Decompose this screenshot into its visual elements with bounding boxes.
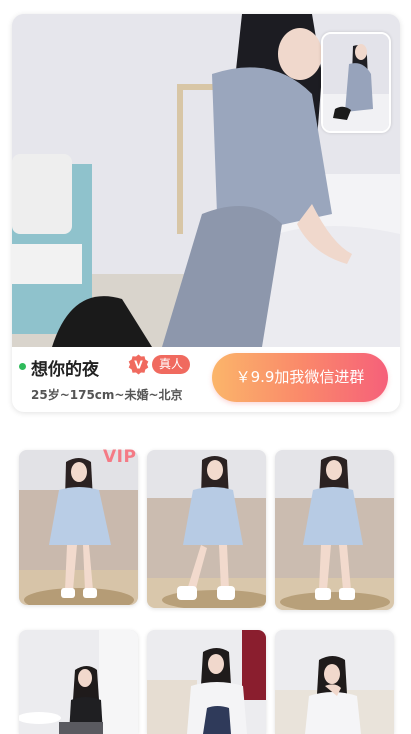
profile-page: 想你的夜 V 真人 25岁~175cm~未婚~北京 ￥9.9加我微信进群 VIP	[0, 0, 411, 734]
profile-card[interactable]: 想你的夜 V 真人 25岁~175cm~未婚~北京 ￥9.9加我微信进群	[12, 14, 400, 412]
gallery-photo-2[interactable]	[147, 450, 266, 608]
profile-main-photo[interactable]	[12, 14, 400, 347]
profile-name: 想你的夜	[31, 360, 99, 380]
gallery-photo-1[interactable]	[19, 450, 138, 605]
profile-meta: 25岁~175cm~未婚~北京	[31, 388, 183, 402]
online-status-dot	[19, 363, 26, 370]
add-wechat-button[interactable]: ￥9.9加我微信进群	[212, 353, 388, 402]
gallery-photo-3[interactable]	[275, 450, 394, 610]
gallery-photo-6[interactable]	[275, 630, 394, 734]
profile-thumbnail[interactable]	[321, 32, 391, 133]
vip-label: VIP	[103, 447, 137, 467]
gallery-photo-5[interactable]	[147, 630, 266, 734]
gallery-photo-4[interactable]	[19, 630, 138, 734]
real-person-badge: 真人	[152, 355, 191, 374]
svg-text:V: V	[134, 359, 143, 372]
verified-v-icon: V	[128, 354, 149, 375]
